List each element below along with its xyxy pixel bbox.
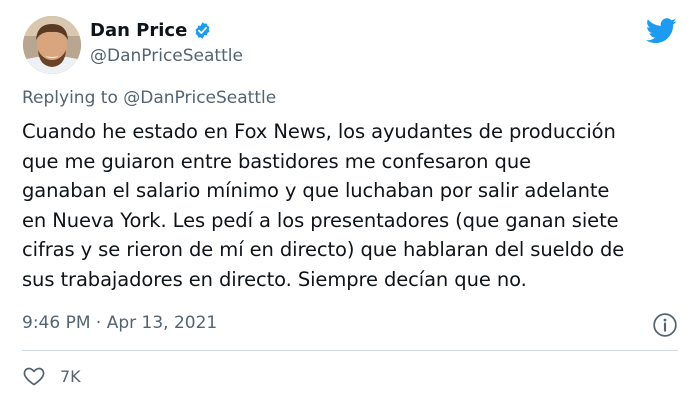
tweet-text: Cuando he estado en Fox News, los ayudan… (22, 117, 690, 294)
author-handle[interactable]: @DanPriceSeattle (90, 46, 243, 66)
avatar-photo (23, 16, 81, 74)
info-icon[interactable] (652, 312, 678, 338)
twitter-bird-icon[interactable] (646, 18, 677, 44)
heart-icon (23, 367, 45, 386)
like-count: 7K (60, 366, 81, 386)
tweet-text-line: Cuando he estado en Fox News, los ayudan… (22, 120, 616, 143)
like-button[interactable]: 7K (22, 364, 81, 388)
tweet-timestamp[interactable]: 9:46 PM · Apr 13, 2021 (22, 313, 217, 333)
tweet-text-line: sus trabajadores en directo. Siempre dec… (22, 267, 527, 291)
tweet-text-line: cifras y se rieron de mí en directo) que… (22, 238, 625, 261)
verified-badge-icon (195, 22, 210, 39)
avatar[interactable] (23, 16, 81, 74)
divider (22, 350, 678, 351)
tweet-text-line: ganaban el salario mínimo y que luchaban… (22, 179, 610, 202)
replying-to: Replying to @DanPriceSeattle (22, 88, 277, 108)
author-name-row[interactable]: Dan Price (90, 20, 212, 41)
author-name[interactable]: Dan Price (90, 20, 187, 41)
tweet-text-line: en Nueva York. Les pedí a los presentado… (22, 208, 619, 232)
tweet-card: Dan Price @DanPriceSeattle Replying to @… (0, 0, 700, 402)
tweet-text-line: que me guiaron entre bastidores me confe… (22, 149, 531, 173)
